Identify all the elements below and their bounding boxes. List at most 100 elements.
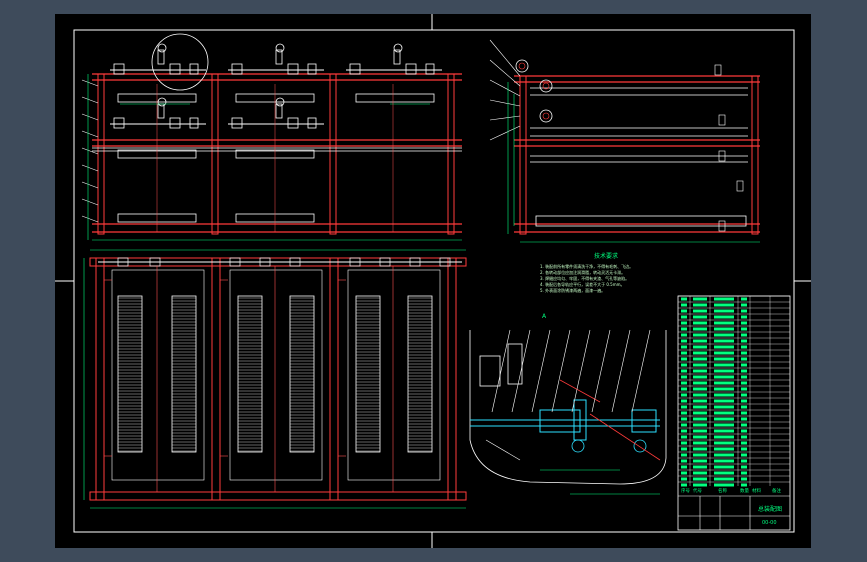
bom-cell <box>681 453 687 457</box>
bom-cell <box>681 441 687 445</box>
bom-cell <box>693 459 707 463</box>
bom-cell <box>681 435 687 439</box>
bom-cell <box>741 423 747 427</box>
bom-cell <box>714 387 734 391</box>
bom-cell <box>714 303 734 307</box>
bom-cell <box>714 405 734 409</box>
bom-cell <box>681 381 687 385</box>
bom-cell <box>693 381 707 385</box>
bom-cell <box>714 369 734 373</box>
bom-cell <box>741 453 747 457</box>
bom-cell <box>714 381 734 385</box>
bom-cell <box>714 417 734 421</box>
note-line: 1. 装配前所有零件须清洗干净，不得有毛刺、飞边。 <box>540 263 633 269</box>
drawing-title: 总装配图 <box>758 505 782 513</box>
note-line: 3. 焊缝应均匀、牢固，不得有夹渣、气孔等缺陷。 <box>540 275 629 281</box>
bom-cell <box>741 429 747 433</box>
bom-cell <box>714 447 734 451</box>
bom-cell <box>741 321 747 325</box>
bom-cell <box>741 471 747 475</box>
bom-cell <box>693 393 707 397</box>
bom-cell <box>741 387 747 391</box>
bom-header-no: 序号 <box>681 487 690 494</box>
bom-cell <box>714 459 734 463</box>
note-line: 2. 各转动部位应加注润滑脂，转动灵活无卡滞。 <box>540 269 625 275</box>
bom-cell <box>681 477 687 481</box>
bom-cell <box>714 339 734 343</box>
bom-header-material: 材料 <box>752 487 761 494</box>
bom-cell <box>693 327 707 331</box>
bom-cell <box>693 441 707 445</box>
bom-cell <box>693 321 707 325</box>
bom-cell <box>714 363 734 367</box>
bom-cell <box>693 363 707 367</box>
bom-cell <box>693 339 707 343</box>
bom-cell <box>681 297 687 301</box>
bom-cell <box>693 429 707 433</box>
bom-cell <box>693 405 707 409</box>
bom-cell <box>741 393 747 397</box>
bom-cell <box>714 411 734 415</box>
bom-cell <box>714 453 734 457</box>
bom-cell <box>714 483 734 487</box>
bom-cell <box>741 303 747 307</box>
bom-cell <box>681 363 687 367</box>
bom-cell <box>741 417 747 421</box>
bom-header-code: 代号 <box>693 487 702 494</box>
note-line: 4. 装配后各导轨应平行，误差不大于 0.5mm。 <box>540 281 625 287</box>
bom-cell <box>693 375 707 379</box>
bom-header-name: 名称 <box>718 487 727 494</box>
bom-cell <box>681 375 687 379</box>
bom-cell <box>714 477 734 481</box>
bom-cell <box>681 483 687 487</box>
bom-cell <box>714 435 734 439</box>
bom-cell <box>741 375 747 379</box>
bom-cell <box>693 309 707 313</box>
bom-cell <box>693 471 707 475</box>
bom-cell <box>681 429 687 433</box>
bom-cell <box>741 315 747 319</box>
bom-cell <box>741 411 747 415</box>
bom-cell <box>681 465 687 469</box>
bom-cell <box>714 357 734 361</box>
bom-cell <box>681 369 687 373</box>
cad-viewport[interactable]: 技术要求 1. 装配前所有零件须清洗干净，不得有毛刺、飞边。 2. 各转动部位应加… <box>0 0 867 562</box>
bom-cell <box>681 399 687 403</box>
bom-cell <box>693 369 707 373</box>
bom-cell <box>693 345 707 349</box>
bom-cell <box>681 321 687 325</box>
notes-heading: 技术要求 <box>594 252 618 260</box>
bom-cell <box>681 387 687 391</box>
bom-cell <box>741 435 747 439</box>
bom-cell <box>714 423 734 427</box>
bom-cell <box>681 471 687 475</box>
bom-cell <box>741 351 747 355</box>
note-line: 5. 外表面涂防锈漆两遍，面漆一遍。 <box>540 287 605 293</box>
bom-cell <box>681 309 687 313</box>
bom-cell <box>714 351 734 355</box>
bom-cell <box>681 303 687 307</box>
bom-cell <box>741 441 747 445</box>
bom-cell <box>693 411 707 415</box>
bom-cell <box>693 465 707 469</box>
bom-cell <box>681 411 687 415</box>
bom-cell <box>693 483 707 487</box>
bom-cell <box>714 309 734 313</box>
bom-cell <box>681 393 687 397</box>
bom-header-qty: 数量 <box>740 487 749 494</box>
bom-cell <box>714 441 734 445</box>
bom-cell <box>741 447 747 451</box>
bom-cell <box>714 333 734 337</box>
assembly-drawing: 技术要求 1. 装配前所有零件须清洗干净，不得有毛刺、飞边。2. 各转动部位应加… <box>55 14 811 548</box>
bom-cell <box>681 405 687 409</box>
bom-cell <box>681 423 687 427</box>
bom-header-remark: 备注 <box>772 487 781 494</box>
bom-cell <box>693 297 707 301</box>
bom-cell <box>681 327 687 331</box>
bom-cell <box>714 399 734 403</box>
bom-cell <box>681 357 687 361</box>
bom-cell <box>681 315 687 319</box>
bom-cell <box>741 363 747 367</box>
bom-cell <box>693 303 707 307</box>
bom-cell <box>741 327 747 331</box>
